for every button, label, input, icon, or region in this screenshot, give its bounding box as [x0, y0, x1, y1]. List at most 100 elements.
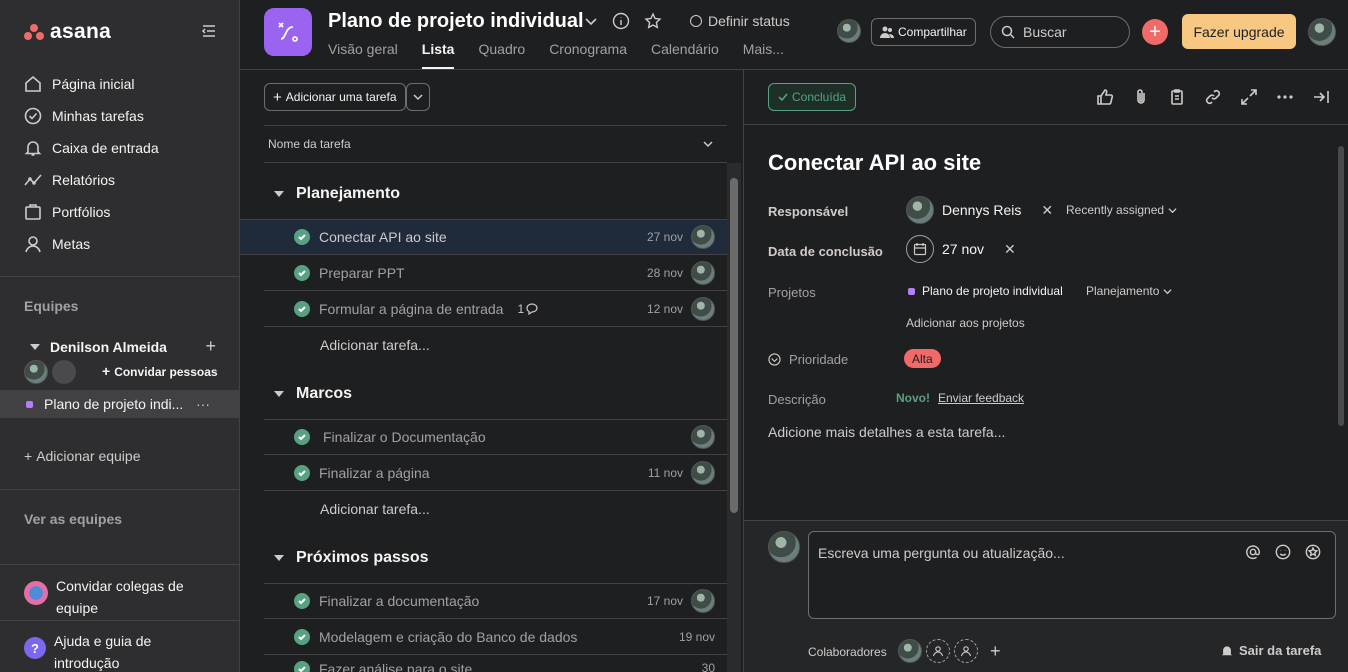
search-input[interactable]: Buscar [990, 16, 1130, 48]
nav-home[interactable]: Página inicial [24, 75, 135, 93]
sidebar-project-item[interactable]: Plano de projeto indi... ··· [0, 390, 240, 418]
task-row[interactable]: Finalizar a documentação 17 nov [264, 583, 727, 619]
add-collaborator-plus-icon[interactable]: + [990, 641, 1001, 662]
task-name[interactable]: Fazer análise para o site [319, 661, 702, 672]
due-date-field[interactable]: 27 nov ✕ [906, 235, 1016, 263]
avatar[interactable] [898, 639, 922, 663]
avatar[interactable] [24, 360, 48, 384]
create-plus-button[interactable]: + [1142, 19, 1168, 45]
add-collaborator-icon[interactable] [954, 639, 978, 663]
tab-overview[interactable]: Visão geral [328, 41, 398, 69]
set-status-button[interactable]: Definir status [690, 13, 790, 29]
task-title[interactable]: Conectar API ao site [768, 150, 981, 176]
avatar[interactable] [691, 460, 715, 485]
avatar[interactable] [691, 425, 715, 449]
add-project-plus-icon[interactable]: + [205, 336, 216, 357]
completed-check-icon[interactable] [294, 661, 310, 672]
add-collaborator-icon[interactable] [926, 639, 950, 663]
assignee-field[interactable]: Dennys Reis ✕ [906, 196, 1053, 224]
chevron-down-icon[interactable] [584, 14, 598, 28]
subtask-icon[interactable] [1168, 88, 1186, 106]
completed-check-icon[interactable] [294, 264, 310, 281]
avatar[interactable] [837, 19, 861, 43]
mention-icon[interactable] [1245, 544, 1261, 560]
nav-my-tasks[interactable]: Minhas tarefas [24, 107, 144, 125]
task-name[interactable]: Finalizar o Documentação [319, 429, 691, 445]
emoji-icon[interactable] [1275, 544, 1291, 560]
tab-timeline[interactable]: Cronograma [549, 41, 627, 69]
task-row[interactable]: Fazer análise para o site 30 [264, 655, 727, 672]
project-icon[interactable] [264, 8, 312, 56]
project-section-dropdown[interactable]: Planejamento [1086, 284, 1172, 298]
tab-calendar[interactable]: Calendário [651, 41, 719, 69]
thumbs-up-icon[interactable] [1096, 88, 1114, 106]
completed-check-icon[interactable] [294, 300, 310, 317]
nav-portfolios[interactable]: Portfólios [24, 203, 110, 221]
completed-check-icon[interactable] [294, 593, 310, 609]
nav-reports[interactable]: Relatórios [24, 171, 115, 189]
task-date[interactable]: 28 nov [647, 266, 683, 280]
scrollbar[interactable] [727, 163, 741, 672]
section-header[interactable]: Próximos passos [274, 549, 429, 567]
task-date[interactable]: 17 nov [647, 594, 683, 608]
see-teams-link[interactable]: Ver as equipes [24, 511, 122, 527]
upgrade-button[interactable]: Fazer upgrade [1182, 14, 1296, 49]
description-input[interactable]: Adicione mais detalhes a esta tarefa... [768, 424, 1005, 440]
add-task-button[interactable]: + Adicionar uma tarefa [264, 83, 406, 111]
invite-colleagues-button[interactable]: Convidar colegas de equipe [24, 575, 214, 619]
collapse-sidebar-icon[interactable] [200, 22, 218, 40]
project-title[interactable]: Plano de projeto individual [328, 10, 584, 33]
task-row[interactable]: Formular a página de entrada 1 12 nov [264, 291, 727, 327]
completed-check-icon[interactable] [294, 628, 310, 645]
user-avatar[interactable] [1308, 18, 1336, 46]
add-task-dropdown[interactable] [406, 83, 430, 111]
star-circle-icon[interactable] [1305, 544, 1321, 560]
task-name[interactable]: Finalizar a documentação [319, 593, 647, 609]
task-date[interactable]: 30 [702, 661, 715, 672]
more-options-icon[interactable] [1276, 88, 1294, 106]
task-row[interactable]: Finalizar a página 11 nov [264, 455, 727, 491]
avatar[interactable] [691, 296, 715, 321]
section-header[interactable]: Marcos [274, 385, 352, 403]
attachment-icon[interactable] [1132, 88, 1150, 106]
avatar-empty[interactable] [52, 360, 76, 384]
completed-check-icon[interactable] [294, 464, 310, 481]
add-task-link[interactable]: Adicionar tarefa... [320, 337, 430, 353]
task-date[interactable]: 19 nov [679, 630, 715, 644]
completed-check-icon[interactable] [294, 229, 310, 245]
detail-scrollbar[interactable] [1335, 126, 1347, 518]
task-date[interactable]: 27 nov [647, 230, 683, 244]
share-button[interactable]: Compartilhar [871, 18, 976, 46]
priority-badge[interactable]: Alta [904, 349, 941, 368]
tab-list[interactable]: Lista [421, 41, 455, 69]
task-row[interactable]: Preparar PPT 28 nov [264, 255, 727, 291]
more-options-icon[interactable]: ··· [196, 396, 210, 412]
tab-board[interactable]: Quadro [478, 41, 525, 69]
task-date[interactable]: 12 nov [647, 302, 683, 316]
info-icon[interactable] [612, 12, 630, 30]
feedback-link[interactable]: Enviar feedback [938, 391, 1024, 405]
tab-more[interactable]: Mais... [743, 41, 784, 69]
nav-inbox[interactable]: Caixa de entrada [24, 139, 159, 157]
task-name[interactable]: Preparar PPT [319, 265, 647, 281]
task-name[interactable]: Formular a página de entrada [319, 301, 503, 317]
nav-goals[interactable]: Metas [24, 235, 90, 253]
completed-status-button[interactable]: Concluída [768, 83, 857, 111]
completed-check-icon[interactable] [294, 429, 310, 445]
task-date[interactable]: 11 nov [648, 466, 683, 480]
task-row[interactable]: Finalizar o Documentação [264, 419, 727, 455]
task-row[interactable]: Modelagem e criação do Banco de dados 19… [264, 619, 727, 655]
close-panel-icon[interactable] [1312, 88, 1330, 106]
remove-due-date-icon[interactable]: ✕ [1004, 241, 1016, 258]
help-button[interactable]: ? Ajuda e guia de introdução [24, 630, 214, 672]
scrollbar-thumb[interactable] [730, 178, 738, 513]
recently-assigned-dropdown[interactable]: Recently assigned [1066, 203, 1177, 217]
task-name[interactable]: Conectar API ao site [319, 229, 647, 245]
task-name[interactable]: Finalizar a página [319, 465, 648, 481]
invite-people-button[interactable]: + Convidar pessoas [102, 364, 218, 379]
avatar[interactable] [691, 260, 715, 285]
project-tag[interactable]: Plano de projeto individual [908, 284, 1063, 298]
add-task-link[interactable]: Adicionar tarefa... [320, 501, 430, 517]
asana-logo[interactable]: asana [24, 20, 111, 44]
scrollbar-thumb[interactable] [1338, 146, 1344, 426]
